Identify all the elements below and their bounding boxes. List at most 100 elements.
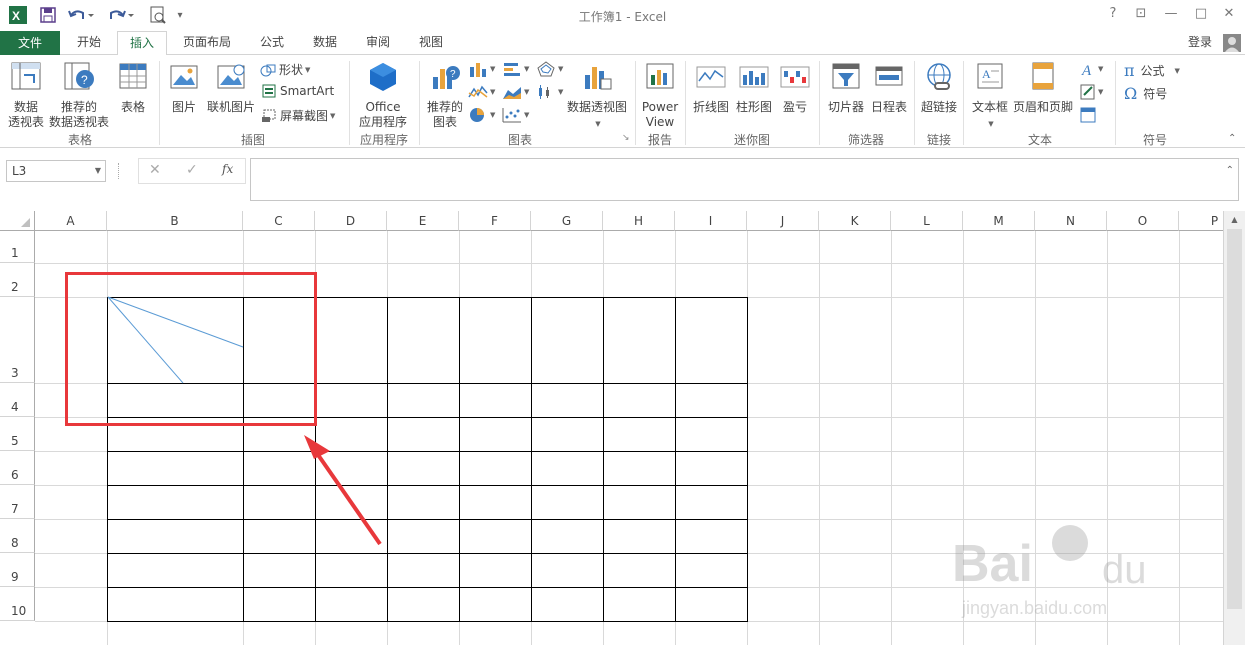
group-separator (419, 61, 420, 145)
scroll-up-icon[interactable]: ▲ (1224, 215, 1245, 224)
screenshot-button[interactable]: 屏幕截图 ▼ (261, 107, 335, 124)
sign-in-link[interactable]: 登录 (1180, 31, 1220, 55)
tab-file[interactable]: 文件 (0, 31, 60, 55)
picture-button[interactable]: 图片 (166, 61, 202, 115)
table-label: 表格 (120, 100, 145, 114)
sparkline-column-label: 柱形图 (735, 100, 772, 114)
slicer-button[interactable]: 切片器 (824, 61, 868, 115)
chevron-down-icon: ▼ (305, 65, 311, 74)
line-chart-button[interactable]: ▼ (468, 84, 495, 100)
header-footer-icon (1032, 62, 1054, 90)
svg-text:A: A (982, 67, 991, 81)
bar-chart-button[interactable]: ▼ (502, 61, 529, 77)
group-label-illustrations: 插图 (240, 133, 265, 147)
group-separator (635, 61, 636, 145)
tab-review[interactable]: 审阅 (355, 31, 401, 55)
group-label-charts: 图表 (507, 133, 532, 147)
online-picture-label: 联机图片 (206, 100, 255, 114)
object-button[interactable] (1080, 107, 1096, 123)
column-chart-button[interactable]: ▼ (468, 61, 495, 77)
svg-text:jingyan.baidu.com: jingyan.baidu.com (961, 598, 1107, 618)
table-button[interactable]: 表格 (114, 61, 152, 115)
shapes-button[interactable]: 形状 ▼ (260, 61, 310, 78)
pie-chart-button[interactable]: ▼ (468, 107, 495, 123)
screenshot-icon (262, 109, 276, 122)
recommended-pivot-button[interactable]: ? 推荐的 数据透视表 (48, 61, 110, 130)
vertical-scrollbar[interactable]: ▲ (1223, 211, 1245, 645)
group-separator (914, 61, 915, 145)
office-apps-label: Office 应用程序 (358, 100, 407, 129)
splitter-handle[interactable] (118, 163, 120, 179)
office-apps-button[interactable]: Office 应用程序 (352, 61, 414, 130)
ribbon-tabs: 文件 开始 插入 页面布局 公式 数据 审阅 视图 登录 (0, 31, 1245, 56)
tab-home[interactable]: 开始 (64, 31, 114, 55)
wordart-button[interactable]: A ▼ (1080, 61, 1103, 77)
help-button[interactable]: ? (1102, 6, 1124, 24)
insert-function-icon[interactable]: fx (222, 162, 233, 176)
symbol-button[interactable]: Ω 符号 (1124, 84, 1167, 103)
ribbon-insert: 数据 透视表 ? 推荐的 数据透视表 表格 表格 图片 联机图片 形状 ▼ Sma… (0, 55, 1245, 148)
group-label-apps: 应用程序 (359, 133, 408, 147)
minimize-button[interactable]: — (1160, 6, 1182, 24)
charts-dialog-launcher-icon[interactable]: ↘ (622, 133, 630, 143)
group-separator (685, 61, 686, 145)
textbox-button[interactable]: A 文本框 ▼ (968, 61, 1012, 132)
ribbon-display-button[interactable]: ⊡ (1130, 6, 1152, 24)
bar-chart-icon (504, 63, 520, 76)
chevron-down-icon[interactable]: ▼ (95, 161, 101, 181)
sparkline-winloss-button[interactable]: 盈亏 (776, 61, 814, 115)
tab-insert[interactable]: 插入 (117, 31, 167, 56)
sparkline-column-button[interactable]: 柱形图 (734, 61, 774, 115)
smartart-button[interactable]: SmartArt (262, 84, 334, 98)
equation-label: 公式 (1140, 64, 1165, 78)
tab-page-layout[interactable]: 页面布局 (172, 31, 242, 55)
chevron-down-icon: ▼ (595, 120, 601, 128)
svg-text:?: ? (450, 69, 456, 80)
omega-icon: Ω (1124, 84, 1138, 103)
title-bar: X ▾ 工作簿1 - Excel ? ⊡ — □ ✕ (0, 0, 1245, 31)
pivot-chart-icon (585, 67, 612, 90)
group-label-tables: 表格 (67, 133, 92, 147)
formula-bar: L3 ▼ ✕ ✓ fx ⌃ (0, 149, 1245, 211)
stock-chart-button[interactable]: ▼ (536, 84, 563, 100)
highlight-box (65, 272, 317, 426)
name-box[interactable]: L3 ▼ (6, 160, 106, 182)
symbol-label: 符号 (1143, 87, 1168, 101)
close-button[interactable]: ✕ (1218, 6, 1240, 24)
group-separator (963, 61, 964, 145)
expand-formula-icon[interactable]: ⌃ (1226, 165, 1234, 176)
tab-data[interactable]: 数据 (302, 31, 348, 55)
radar-chart-button[interactable]: ▼ (536, 61, 563, 77)
signature-line-button[interactable]: ▼ (1080, 84, 1103, 100)
pivot-chart-button[interactable]: 数据透视图 ▼ (564, 61, 630, 132)
textbox-label: 文本框 (971, 100, 1008, 114)
pivottable-button[interactable]: 数据 透视表 (4, 61, 48, 130)
header-footer-button[interactable]: 页眉和页脚 (1012, 61, 1074, 115)
tab-view[interactable]: 视图 (408, 31, 454, 55)
equation-button[interactable]: π 公式 ▼ (1124, 61, 1180, 80)
scrollbar-thumb[interactable] (1227, 229, 1242, 609)
recommended-pivot-icon: ? (64, 62, 94, 90)
hyperlink-button[interactable]: 超链接 (918, 61, 960, 115)
enter-icon[interactable]: ✓ (186, 162, 198, 178)
pie-chart-icon (470, 108, 484, 122)
area-chart-button[interactable]: ▼ (502, 84, 529, 100)
cancel-icon[interactable]: ✕ (149, 162, 161, 178)
group-label-symbols: 符号 (1142, 133, 1167, 147)
recommended-charts-button[interactable]: ? 推荐的 图表 (424, 61, 466, 130)
formula-input[interactable]: ⌃ (250, 158, 1239, 201)
user-avatar-icon[interactable] (1222, 31, 1242, 55)
chevron-down-icon: ▼ (524, 111, 530, 119)
timeline-button[interactable]: 日程表 (868, 61, 910, 115)
maximize-button[interactable]: □ (1190, 6, 1212, 24)
tab-formulas[interactable]: 公式 (248, 31, 296, 55)
collapse-ribbon-icon[interactable]: ⌃ (1228, 133, 1236, 144)
svg-text:?: ? (81, 73, 88, 87)
sparkline-line-button[interactable]: 折线图 (690, 61, 732, 115)
worksheet-grid[interactable]: ABCDEFGHIJKLMNOP 1 2 3 4 5 6 7 8 9 10 Bai du jing… (0, 211, 1245, 645)
online-picture-button[interactable]: 联机图片 (204, 61, 258, 115)
scatter-chart-button[interactable]: ▼ (502, 107, 529, 123)
column-chart-icon (470, 63, 486, 77)
power-view-button[interactable]: Power View (637, 61, 683, 130)
picture-label: 图片 (171, 100, 196, 114)
